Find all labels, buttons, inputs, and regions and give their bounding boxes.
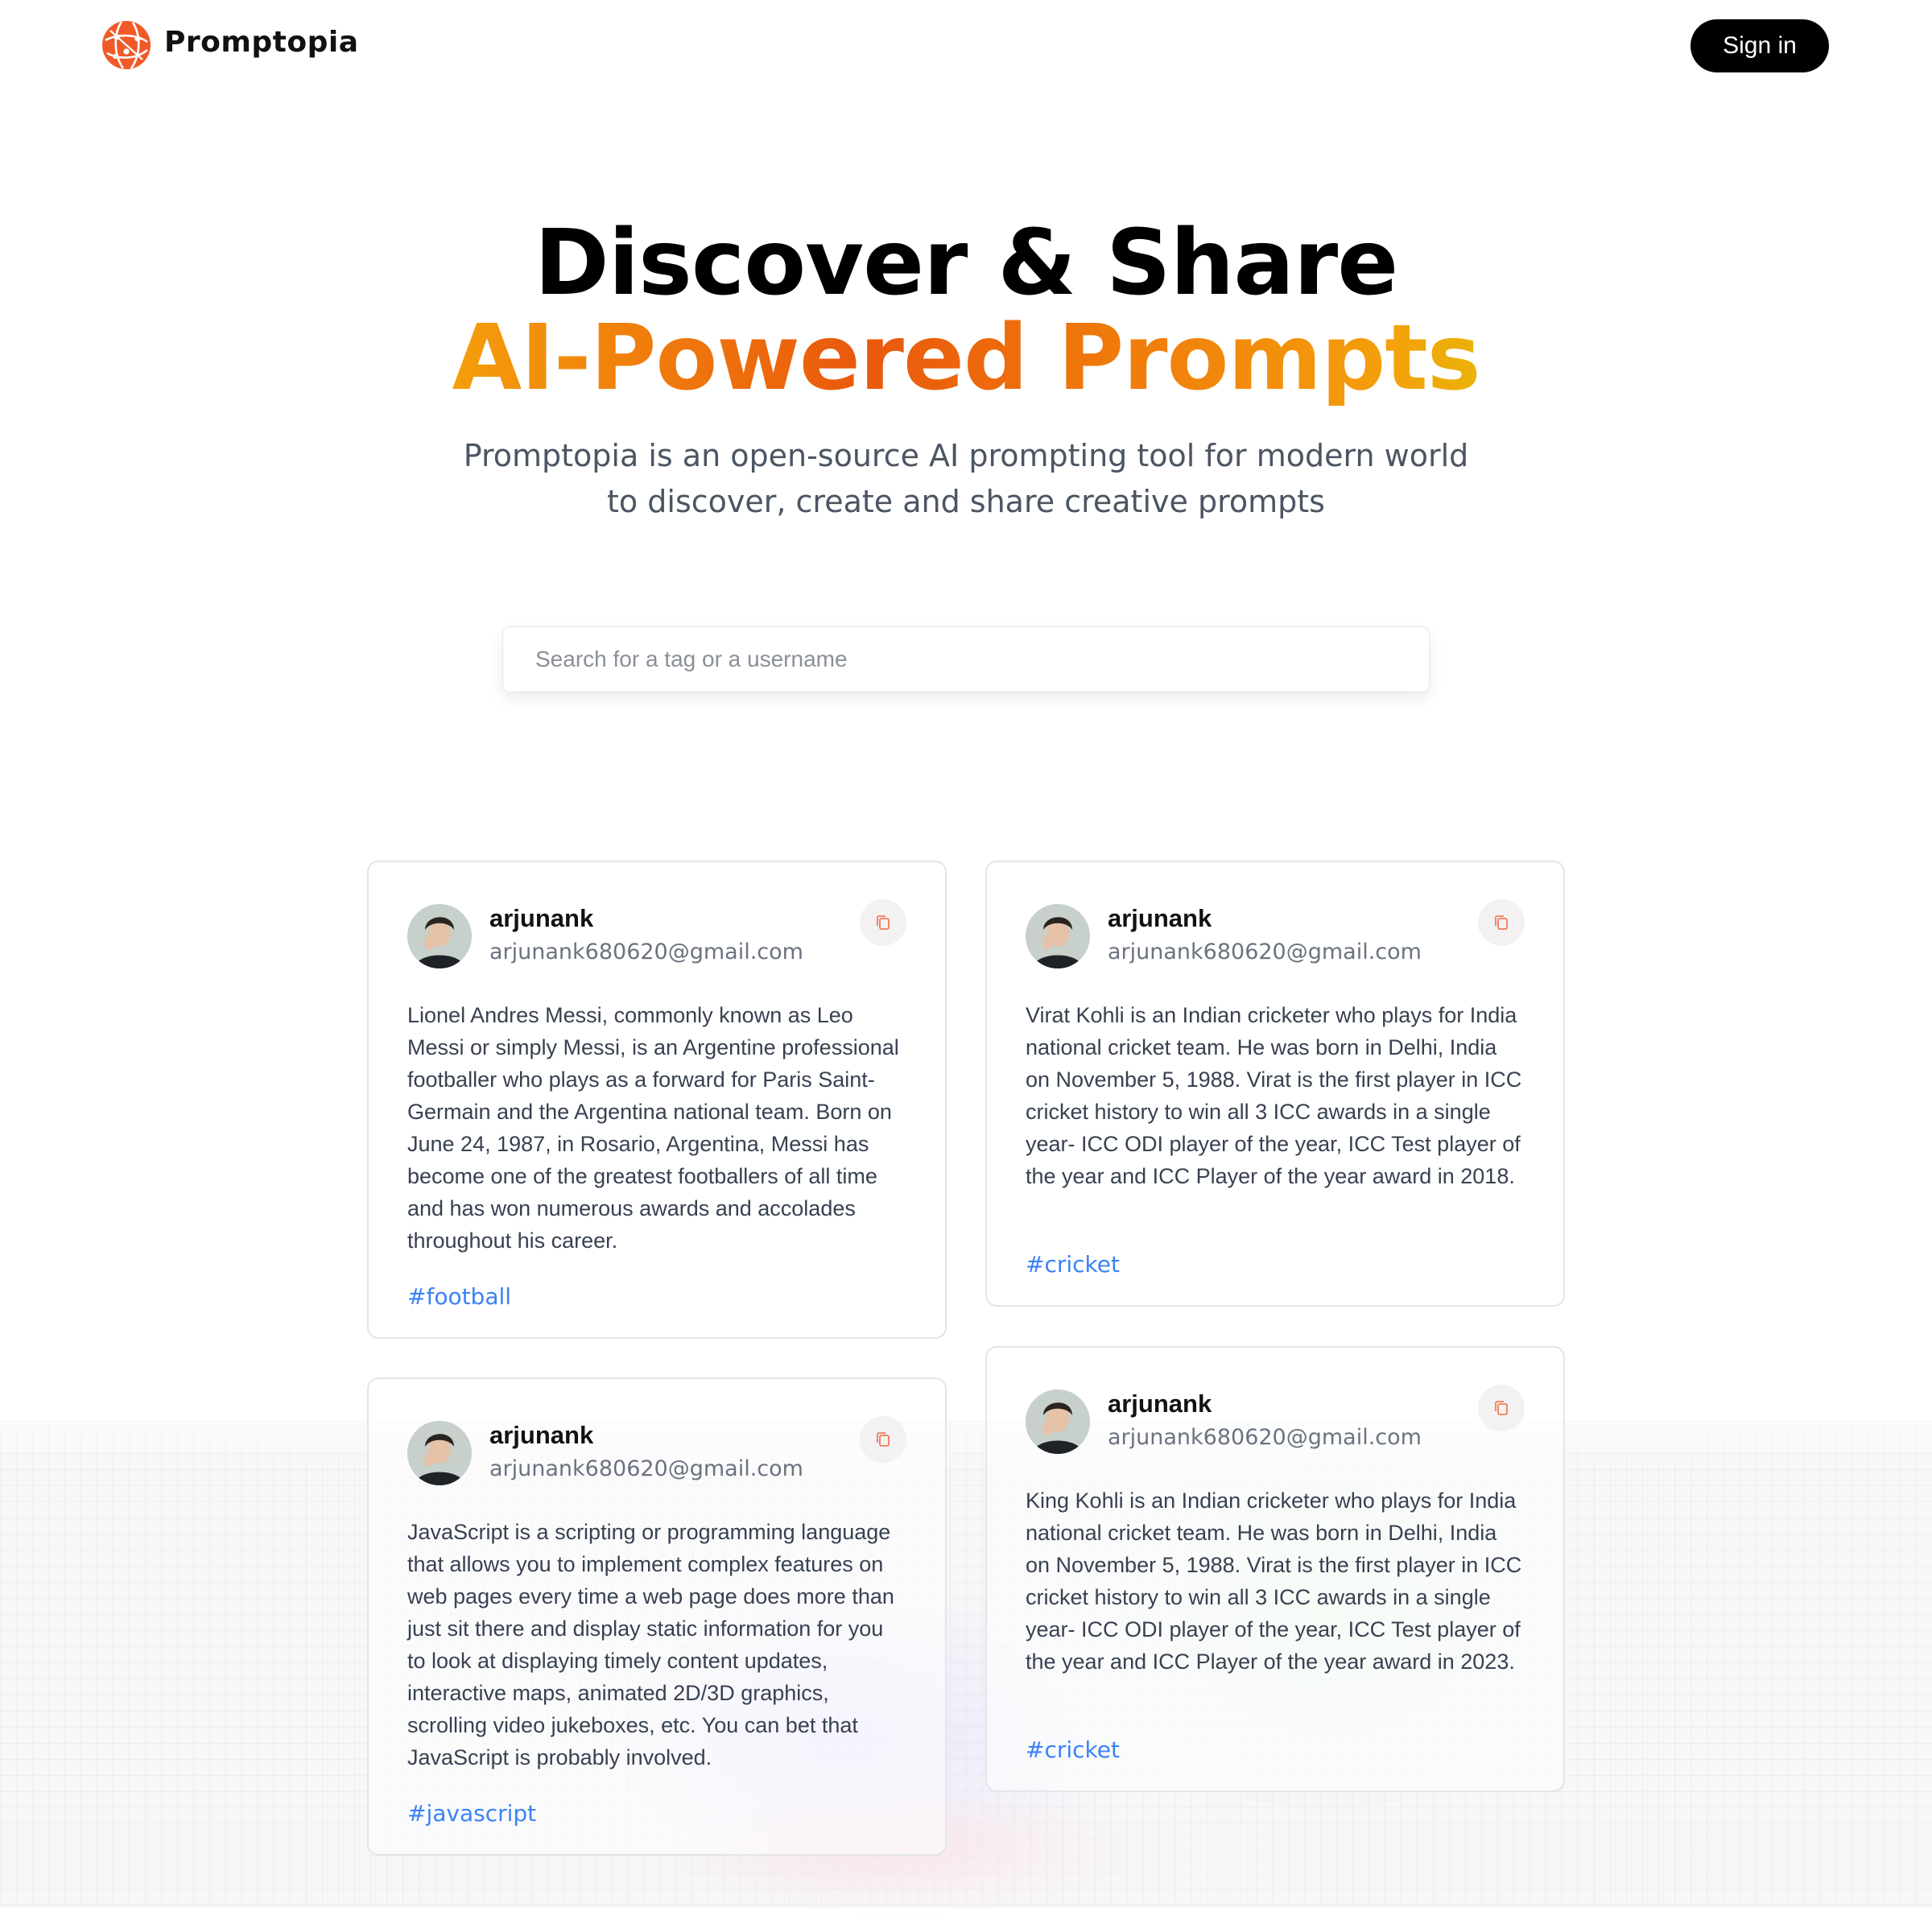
card-email: arjunank680620@gmail.com xyxy=(489,1456,803,1481)
copy-button[interactable] xyxy=(860,1416,906,1463)
avatar[interactable] xyxy=(1026,1390,1090,1454)
avatar[interactable] xyxy=(407,1421,472,1485)
prompt-text: Lionel Andres Messi, commonly known as L… xyxy=(407,1003,899,1253)
top-nav: Promptopia Sign in xyxy=(0,0,1932,93)
avatar[interactable] xyxy=(407,904,472,968)
hero-description: Promptopia is an open-source AI promptin… xyxy=(463,438,1469,519)
prompt-tag[interactable]: #cricket xyxy=(1026,1736,1120,1763)
avatar[interactable] xyxy=(1026,904,1090,968)
prompt-card: arjunank arjunank680620@gmail.com Virat … xyxy=(985,861,1565,1307)
copy-icon xyxy=(877,1432,890,1447)
card-email: arjunank680620@gmail.com xyxy=(1108,939,1422,964)
hero-title-line2: AI-Powered Prompts xyxy=(452,306,1481,411)
prompt-tag[interactable]: #cricket xyxy=(1026,1251,1120,1278)
card-username[interactable]: arjunank xyxy=(489,904,593,933)
prompt-card: arjunank arjunank680620@gmail.com Lionel… xyxy=(367,861,947,1339)
prompt-tag[interactable]: #football xyxy=(407,1283,511,1310)
card-username[interactable]: arjunank xyxy=(1108,904,1212,933)
copy-icon xyxy=(1495,1401,1508,1415)
card-email: arjunank680620@gmail.com xyxy=(489,939,803,964)
prompt-text: Virat Kohli is an Indian cricketer who p… xyxy=(1026,1003,1522,1188)
user-avatar-icon xyxy=(1026,1390,1090,1454)
user-avatar-icon xyxy=(407,904,472,968)
background-fade xyxy=(0,1369,1932,1473)
copy-icon xyxy=(877,915,890,930)
user-avatar-icon xyxy=(1026,904,1090,968)
copy-button[interactable] xyxy=(1478,1385,1525,1431)
hero-title-line1: Discover & Share xyxy=(534,211,1398,316)
prompt-card: arjunank arjunank680620@gmail.com King K… xyxy=(985,1346,1565,1792)
prompt-card: arjunank arjunank680620@gmail.com JavaSc… xyxy=(367,1377,947,1856)
brand-name[interactable]: Promptopia xyxy=(164,26,359,59)
copy-button[interactable] xyxy=(1478,899,1525,946)
user-avatar-icon xyxy=(407,1421,472,1485)
card-username[interactable]: arjunank xyxy=(489,1421,593,1450)
prompt-text: King Kohli is an Indian cricketer who pl… xyxy=(1026,1489,1522,1674)
sign-in-button[interactable]: Sign in xyxy=(1690,19,1829,72)
card-username[interactable]: arjunank xyxy=(1108,1390,1212,1418)
prompt-tag[interactable]: #javascript xyxy=(407,1800,536,1827)
prompt-text: JavaScript is a scripting or programming… xyxy=(407,1520,894,1769)
card-email: arjunank680620@gmail.com xyxy=(1108,1425,1422,1450)
copy-button[interactable] xyxy=(860,899,906,946)
hero-title: Discover & Share AI-Powered Prompts xyxy=(0,216,1932,406)
copy-icon xyxy=(1495,915,1508,930)
promptopia-logo-icon[interactable] xyxy=(101,19,152,71)
search-form xyxy=(502,626,1430,692)
search-input[interactable] xyxy=(502,626,1430,692)
